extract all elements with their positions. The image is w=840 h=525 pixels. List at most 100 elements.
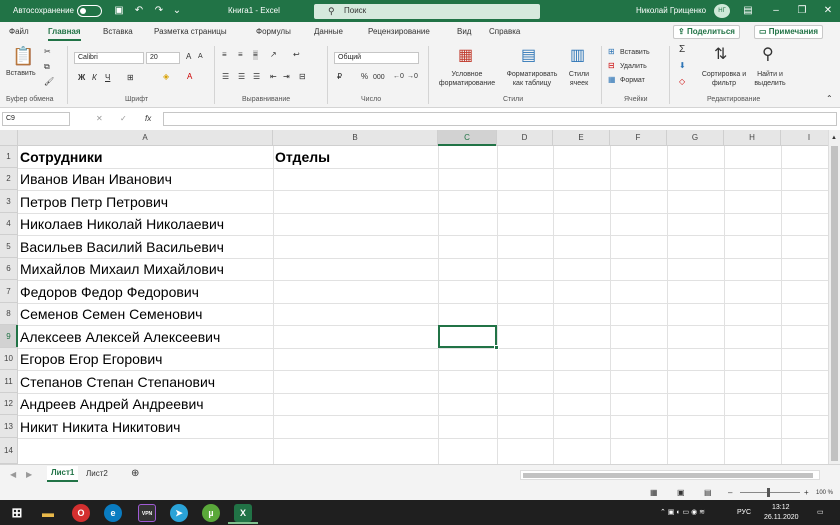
find-select-icon[interactable]: ⚲ xyxy=(762,46,774,64)
find-select-label[interactable]: Найти и выделить xyxy=(749,70,791,88)
tab-home[interactable]: Главная xyxy=(48,27,81,41)
wrap-text-icon[interactable]: ↩ xyxy=(293,50,300,60)
orientation-icon[interactable]: ↗ xyxy=(270,50,277,60)
align-right-icon[interactable]: ☰ xyxy=(253,72,260,82)
autosum-icon[interactable]: Σ xyxy=(679,45,685,55)
zoom-slider[interactable] xyxy=(740,488,800,497)
windows-start-icon[interactable]: ⊞ xyxy=(8,504,26,522)
currency-icon[interactable]: ₽ xyxy=(337,72,342,82)
close-icon[interactable]: ✕ xyxy=(822,5,834,17)
row-header-14[interactable]: 14 xyxy=(0,438,18,464)
cell-a13[interactable]: Никит Никита Никитович xyxy=(20,416,180,438)
row-header-13[interactable]: 13 xyxy=(0,415,18,438)
tab-page-layout[interactable]: Разметка страницы xyxy=(154,27,227,36)
cell-a10[interactable]: Егоров Егор Егорович xyxy=(20,348,162,370)
column-header-f[interactable]: F xyxy=(610,130,667,146)
increase-indent-icon[interactable]: ⇥ xyxy=(283,72,290,82)
avatar[interactable]: НГ xyxy=(714,4,730,18)
cell-a3[interactable]: Петров Петр Петрович xyxy=(20,191,168,213)
merge-center-icon[interactable]: ⊟ xyxy=(299,72,306,82)
fill-color-icon[interactable]: ◈ xyxy=(163,72,169,82)
row-header-6[interactable]: 6 xyxy=(0,258,18,280)
tab-formulas[interactable]: Формулы xyxy=(256,27,291,36)
cell-a6[interactable]: Михайлов Михаил Михайлович xyxy=(20,258,224,280)
row-header-4[interactable]: 4 xyxy=(0,213,18,235)
opera-icon[interactable]: O xyxy=(72,504,90,522)
italic-button[interactable]: К xyxy=(92,73,97,83)
percent-button[interactable]: % xyxy=(361,72,368,82)
comments-button[interactable]: ▭ Примечания xyxy=(754,25,824,39)
bold-button[interactable]: Ж xyxy=(78,73,85,83)
autosave-toggle[interactable] xyxy=(77,5,102,17)
grow-font-icon[interactable]: A xyxy=(186,52,191,62)
column-header-d[interactable]: D xyxy=(497,130,553,146)
minimize-icon[interactable]: – xyxy=(770,5,782,17)
next-sheet-icon[interactable]: ▶ xyxy=(26,470,32,480)
conditional-format-label[interactable]: Условное форматирование xyxy=(432,70,502,88)
format-painter-icon[interactable]: 🖌 xyxy=(44,77,54,87)
column-header-b[interactable]: B xyxy=(273,130,438,146)
system-tray-icons[interactable]: ⌃ ▣ ◐ ▭ ◉ ≋ xyxy=(660,508,705,517)
file-explorer-icon[interactable]: ▬ xyxy=(39,504,57,522)
cancel-icon[interactable]: ✕ xyxy=(96,114,103,124)
tab-review[interactable]: Рецензирование xyxy=(368,27,430,36)
align-center-icon[interactable]: ☰ xyxy=(238,72,245,82)
align-left-icon[interactable]: ☰ xyxy=(222,72,229,82)
clock-date[interactable]: 26.11.2020 xyxy=(764,513,799,522)
excel-taskbar-icon[interactable]: X xyxy=(234,504,252,522)
collapse-ribbon-icon[interactable]: ⌃ xyxy=(826,94,833,104)
insert-function-button[interactable]: fx xyxy=(145,114,151,124)
cell-a2[interactable]: Иванов Иван Иванович xyxy=(20,168,172,190)
tab-data[interactable]: Данные xyxy=(314,27,343,36)
row-header-3[interactable]: 3 xyxy=(0,190,18,213)
selected-cell-c9[interactable] xyxy=(438,325,499,350)
cell-b1[interactable]: Отделы xyxy=(275,146,330,168)
page-layout-view-icon[interactable]: ▣ xyxy=(677,488,685,498)
underline-button[interactable]: Ч xyxy=(105,73,110,83)
column-header-e[interactable]: E xyxy=(553,130,610,146)
customize-qat-icon[interactable]: ⌄ xyxy=(171,5,183,17)
clear-icon[interactable]: ◇ xyxy=(679,77,685,87)
fill-icon[interactable]: ⬇ xyxy=(679,61,686,71)
cell-a7[interactable]: Федоров Федор Федорович xyxy=(20,281,199,303)
paste-label[interactable]: Вставить xyxy=(6,69,36,78)
vpn-app-icon[interactable]: VPN xyxy=(138,504,156,522)
row-header-8[interactable]: 8 xyxy=(0,303,18,325)
edge-icon[interactable]: e xyxy=(104,504,122,522)
horizontal-scrollbar[interactable] xyxy=(520,470,820,480)
select-all-corner[interactable] xyxy=(0,130,18,146)
column-header-c[interactable]: C xyxy=(438,130,497,146)
align-bottom-icon[interactable]: ≡ xyxy=(253,50,258,60)
ribbon-display-icon[interactable]: ▤ xyxy=(742,5,754,17)
telegram-icon[interactable]: ➤ xyxy=(170,504,188,522)
share-button[interactable]: ⇪ Поделиться xyxy=(673,25,740,39)
normal-view-icon[interactable]: ▦ xyxy=(650,488,658,498)
sheet-tab-2[interactable]: Лист2 xyxy=(86,469,108,478)
row-header-7[interactable]: 7 xyxy=(0,280,18,303)
zoom-slider-thumb[interactable] xyxy=(767,488,770,497)
align-top-icon[interactable]: ≡ xyxy=(222,50,227,60)
row-header-9[interactable]: 9 xyxy=(0,325,18,348)
row-header-12[interactable]: 12 xyxy=(0,393,18,415)
name-box[interactable]: C9 xyxy=(2,112,70,126)
cell-a8[interactable]: Семенов Семен Семенович xyxy=(20,303,202,325)
borders-icon[interactable]: ⊞ xyxy=(127,73,134,83)
thousands-button[interactable]: 000 xyxy=(373,73,385,83)
conditional-format-icon[interactable]: ▦ xyxy=(458,47,473,65)
cell-styles-icon[interactable]: ▥ xyxy=(570,47,585,65)
format-as-table-icon[interactable]: ▤ xyxy=(521,47,536,65)
undo-icon[interactable]: ↶ xyxy=(133,5,145,17)
cell-a12[interactable]: Андреев Андрей Андреевич xyxy=(20,393,204,415)
column-header-a[interactable]: A xyxy=(18,130,273,146)
format-cells-label[interactable]: Формат xyxy=(620,76,645,85)
font-name-select[interactable]: Calibri xyxy=(74,52,144,64)
zoom-level[interactable]: 100 % xyxy=(816,489,833,498)
cut-icon[interactable]: ✂ xyxy=(44,47,51,57)
worksheet-grid[interactable]: A B C D E F G H I 1 2 3 4 5 6 7 8 9 10 1… xyxy=(0,130,828,464)
row-header-11[interactable]: 11 xyxy=(0,370,18,393)
scroll-thumb[interactable] xyxy=(831,146,838,461)
tab-file[interactable]: Файл xyxy=(9,27,29,36)
clock-time[interactable]: 13:12 xyxy=(772,503,790,512)
row-header-5[interactable]: 5 xyxy=(0,235,18,258)
scroll-up-icon[interactable]: ▲ xyxy=(831,133,837,143)
